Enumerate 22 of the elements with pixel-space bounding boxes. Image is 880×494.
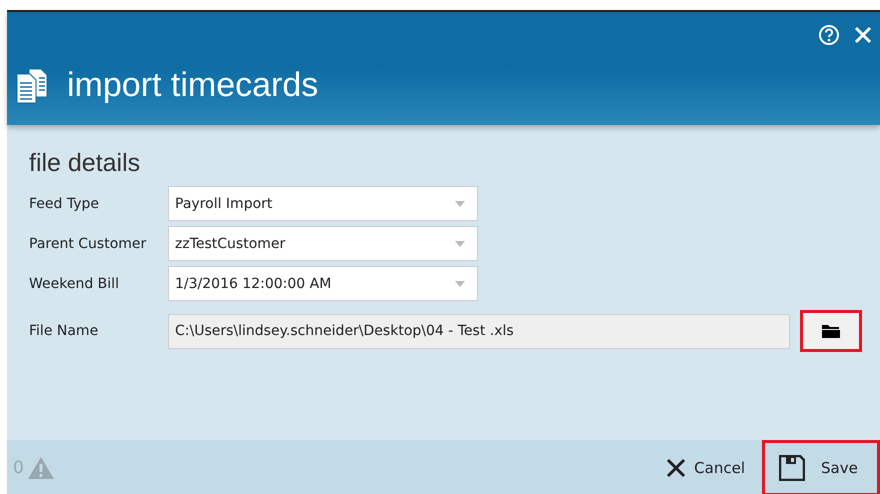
documents-icon <box>15 68 49 104</box>
dropdown-field[interactable]: zzTestCustomer <box>168 226 478 261</box>
caret-icon <box>455 280 465 286</box>
window-title: import timecards <box>67 66 318 105</box>
close-icon <box>666 458 686 478</box>
close-icon[interactable] <box>854 26 872 44</box>
field-label: Parent Customer <box>29 236 148 252</box>
field-label: Weekend Bill <box>29 276 120 292</box>
warning-icon <box>28 457 54 479</box>
caret-icon <box>455 200 465 206</box>
caret-icon <box>455 240 465 246</box>
browse-button[interactable] <box>800 310 862 352</box>
file-path-field[interactable]: C:\Users\lindsey.schneider\Desktop\04 - Test .xls <box>168 314 790 348</box>
field-label: Feed Type <box>29 196 100 212</box>
save-button[interactable]: Save <box>762 440 880 494</box>
field-label: File Name <box>29 323 100 339</box>
help-icon[interactable] <box>818 24 840 46</box>
cancel-button[interactable]: Cancel <box>649 440 762 494</box>
dropdown-field[interactable]: Payroll Import <box>168 186 478 221</box>
section-title: file details <box>29 149 142 178</box>
dropdown-field[interactable]: 1/3/2016 12:00:00 AM <box>168 266 478 301</box>
folder-icon <box>822 324 840 338</box>
